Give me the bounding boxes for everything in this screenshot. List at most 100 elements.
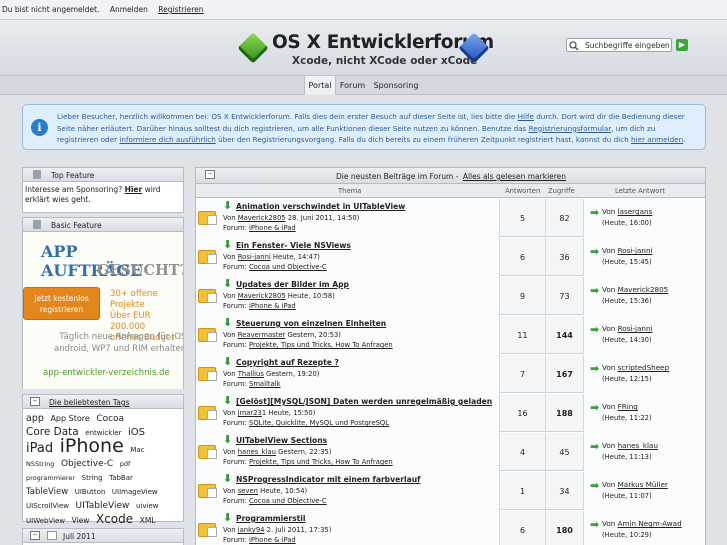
tag-link[interactable]: UIImageView [112, 488, 158, 496]
collapse-icon[interactable]: – [30, 397, 40, 406]
collapse-icon[interactable]: – [205, 170, 215, 179]
thread-title-link[interactable]: NSProgressIndicator mit einem farbverlau… [236, 475, 420, 484]
thread-author-link[interactable]: Reavermaster [238, 331, 286, 339]
go-to-last-post-icon[interactable]: ➡ [590, 323, 599, 336]
thread-author-link[interactable]: janky94 [238, 526, 265, 534]
tag-link[interactable]: TableView [26, 487, 68, 497]
forum-link[interactable]: iPhone & iPad [249, 536, 296, 544]
thread-author-link[interactable]: Thallius [238, 370, 264, 378]
forum-link[interactable]: Projekte, Tips und Tricks, How To Anfrag… [249, 341, 393, 349]
tag-link[interactable]: iPad [26, 441, 53, 456]
tag-link[interactable]: UIWebView [26, 517, 65, 525]
login-link[interactable]: Anmelden [110, 5, 148, 14]
new-post-arrow-icon[interactable]: ⬇ [223, 200, 232, 211]
new-post-arrow-icon[interactable]: ⬇ [223, 239, 232, 250]
registration-form-link[interactable]: Registrierungsformular [529, 124, 612, 133]
help-link[interactable]: Hilfe [518, 112, 534, 121]
thread-title-link[interactable]: Programmierstil [236, 514, 306, 523]
thread-title-link[interactable]: [Gelöst][MySQL/JSON] Daten werden unrege… [236, 397, 492, 406]
tab-portal[interactable]: Portal [304, 76, 336, 95]
tag-link[interactable]: programmierer [26, 474, 75, 482]
thread-title-link[interactable]: Steuerung von einzelnen Einheiten [236, 319, 386, 328]
last-reply-author-link[interactable]: Markus Müller [618, 480, 668, 489]
tag-link[interactable]: UIButton [75, 488, 106, 496]
login-here-link[interactable]: hier anmelden [631, 135, 683, 144]
new-post-arrow-icon[interactable]: ⬇ [223, 512, 232, 523]
forum-link[interactable]: Cocoa und Objective-C [249, 263, 327, 271]
tag-link[interactable]: UIScrollView [26, 502, 69, 510]
tag-link[interactable]: Cocoa [96, 414, 124, 424]
go-to-last-post-icon[interactable]: ➡ [590, 401, 599, 414]
thread-author-link[interactable]: hanes_klau [238, 448, 276, 456]
new-post-arrow-icon[interactable]: ⬇ [223, 317, 232, 328]
tag-link[interactable]: uiview [136, 502, 159, 510]
last-reply-author-link[interactable]: FRing [618, 402, 638, 411]
thread-title-link[interactable]: Ein Fenster- Viele NSViews [236, 241, 351, 250]
tag-link[interactable]: iOS [128, 427, 145, 438]
sponsoring-link[interactable]: Hier [125, 185, 143, 194]
last-reply-author-link[interactable]: Rosi-janni [618, 324, 653, 333]
thread-title-link[interactable]: Copyright auf Rezepte ? [236, 358, 339, 367]
forum-link[interactable]: iPhone & iPad [249, 302, 296, 310]
thread-author-link[interactable]: Maverick2805 [238, 214, 286, 222]
table-row: ⬇ Ein Fenster- Viele NSViews Von Rosi-jann… [196, 238, 705, 276]
registration-info-link[interactable]: informiere dich ausführlich [119, 135, 215, 144]
go-to-last-post-icon[interactable]: ➡ [590, 362, 599, 375]
tag-link[interactable]: pdf [120, 460, 131, 468]
go-to-last-post-icon[interactable]: ➡ [590, 284, 599, 297]
last-reply-author-link[interactable]: Maverick2805 [618, 285, 669, 294]
new-post-arrow-icon[interactable]: ⬇ [223, 473, 232, 484]
tag-link[interactable]: App Store [50, 414, 89, 423]
tag-link[interactable]: Xcode [96, 512, 133, 526]
tag-link[interactable]: String [82, 474, 103, 482]
thread-author-link[interactable]: jmar23 [238, 409, 262, 417]
notice-text: . [683, 135, 686, 144]
new-post-arrow-icon[interactable]: ⬇ [223, 434, 232, 445]
previous-month-icon[interactable] [47, 531, 57, 540]
forum-link[interactable]: SQLite, Quicklite, MySQL und PostgreSQL [249, 419, 389, 427]
last-reply-author-link[interactable]: lasergans [618, 207, 653, 216]
tags-title[interactable]: Die beliebtesten Tags [49, 398, 130, 407]
tab-forum[interactable]: Forum [337, 76, 368, 95]
forum-label: Forum: [223, 497, 249, 505]
tag-link[interactable]: Objective-C [61, 459, 113, 469]
go-to-last-post-icon[interactable]: ➡ [590, 245, 599, 258]
tag-link[interactable]: UITableView [76, 501, 130, 511]
tag-link[interactable]: View [72, 516, 90, 525]
thread-author-link[interactable]: seven [238, 487, 258, 495]
last-reply-author-link[interactable]: Rosi-janni [618, 246, 653, 255]
tag-link[interactable]: iPhone [60, 435, 124, 457]
new-post-arrow-icon[interactable]: ⬇ [223, 356, 232, 367]
go-to-last-post-icon[interactable]: ➡ [590, 440, 599, 453]
advertisement-banner[interactable]: APP AUFTRÄGE GESUCHT? Jetzt kostenlos re… [23, 232, 183, 389]
tab-sponsoring[interactable]: Sponsoring [371, 76, 421, 95]
mark-all-read-link[interactable]: Alles als gelesen markieren [463, 172, 566, 181]
thread-author-link[interactable]: Rosi-janni [238, 253, 271, 261]
tag-link[interactable]: NSString [26, 460, 54, 468]
go-to-last-post-icon[interactable]: ➡ [590, 518, 599, 531]
tag-link[interactable]: app [26, 413, 44, 424]
go-to-last-post-icon[interactable]: ➡ [590, 206, 599, 219]
thread-author-link[interactable]: Maverick2805 [238, 292, 286, 300]
tag-link[interactable]: XML [140, 516, 156, 525]
last-reply-author-link[interactable]: scriptedSheep [618, 363, 670, 372]
search-submit-button[interactable]: ▶ [676, 39, 688, 51]
tag-link[interactable]: Mac [130, 446, 144, 454]
register-link[interactable]: Registrieren [158, 5, 203, 14]
go-to-last-post-icon[interactable]: ➡ [590, 479, 599, 492]
last-reply-author-link[interactable]: Amin Negm-Awad [618, 519, 682, 528]
tag-link[interactable]: TabBar [109, 474, 133, 482]
thread-title-link[interactable]: UITabelView Sections [236, 436, 327, 445]
collapse-icon[interactable]: – [30, 531, 40, 540]
forum-link[interactable]: Smalltalk [249, 380, 281, 388]
new-post-arrow-icon[interactable]: ⬇ [223, 278, 232, 289]
forum-link[interactable]: Cocoa und Objective-C [249, 497, 327, 505]
forum-link[interactable]: iPhone & iPad [249, 224, 296, 232]
new-post-arrow-icon[interactable]: ⬇ [223, 395, 232, 406]
ad-register-button[interactable]: Jetzt kostenlos registrieren [23, 287, 100, 320]
last-reply-author-link[interactable]: hanes_klau [618, 441, 658, 450]
thread-title-link[interactable]: Animation verschwindet in UITableView [236, 202, 405, 211]
forum-link[interactable]: Projekte, Tips und Tricks, How To Anfrag… [249, 458, 393, 466]
search-input[interactable]: Suchbegriffe eingeben [566, 38, 672, 52]
thread-title-link[interactable]: Updates der Bilder im App [236, 280, 349, 289]
